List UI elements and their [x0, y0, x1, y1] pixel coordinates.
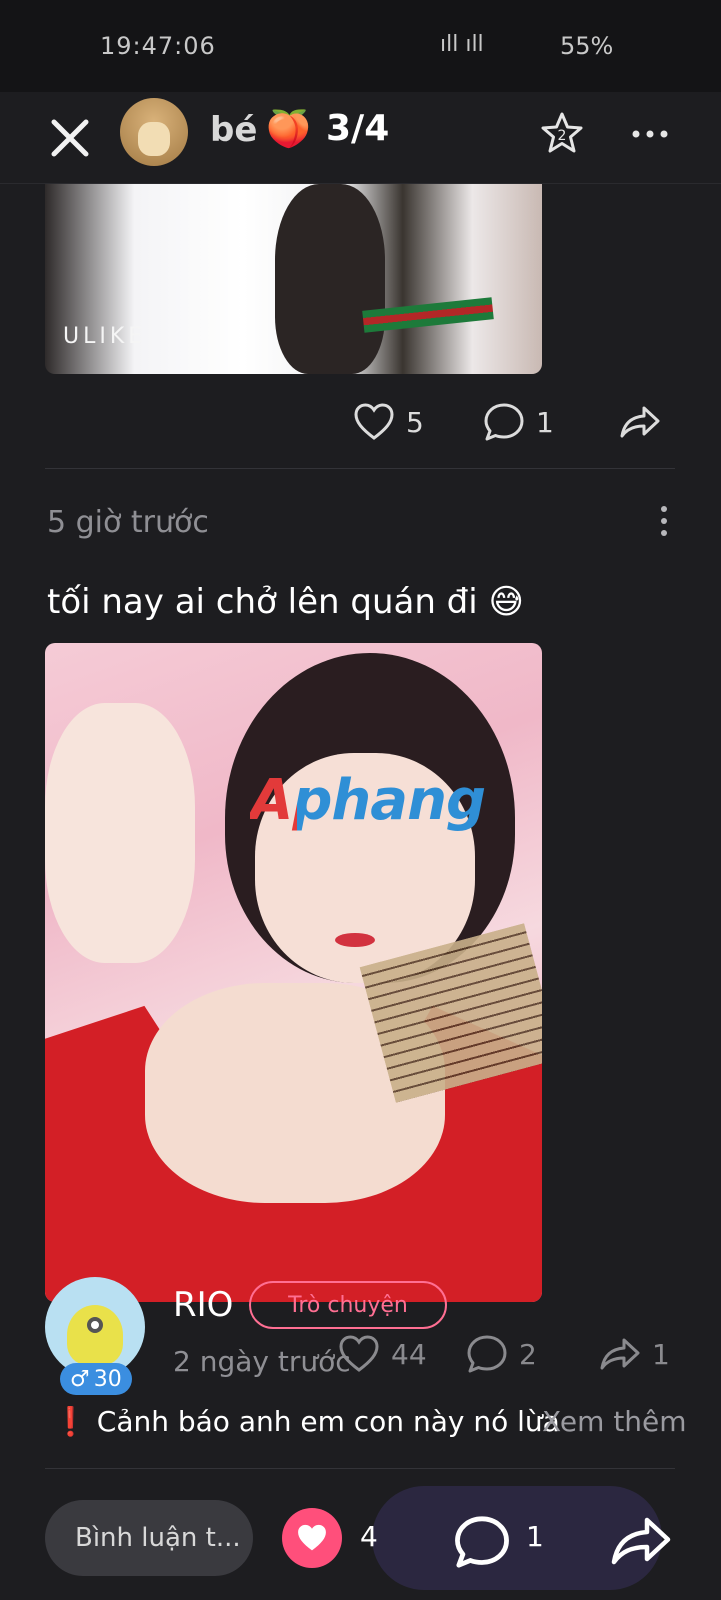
- post-more-icon[interactable]: [658, 506, 670, 542]
- photo-watermark: ULIKE: [63, 324, 147, 349]
- comment-share-count: 1: [652, 1337, 670, 1371]
- comment-input[interactable]: Bình luận t...: [45, 1500, 253, 1576]
- share-button-bottom[interactable]: [608, 1508, 674, 1574]
- like-button[interactable]: 5: [352, 400, 424, 444]
- comment-icon: [455, 1516, 509, 1568]
- profile-avatar[interactable]: [120, 98, 188, 166]
- male-icon: ♂: [70, 1366, 90, 1392]
- photo-watermark: Aphang: [250, 768, 486, 833]
- profile-name[interactable]: bé: [210, 110, 257, 150]
- comment-share-button[interactable]: 1: [598, 1332, 670, 1376]
- like-count: 5: [406, 405, 424, 439]
- post-time: 5 giờ trước: [47, 505, 209, 540]
- comment-time: 2 ngày trước: [173, 1345, 351, 1378]
- commenter-avatar[interactable]: [45, 1277, 145, 1377]
- comment-reply-count: 2: [519, 1337, 537, 1371]
- chat-button[interactable]: Trò chuyện: [249, 1281, 447, 1329]
- comment-count: 1: [536, 405, 554, 439]
- more-options-icon[interactable]: [628, 112, 672, 156]
- comment-text: ❗ Cảnh báo anh em con này nó lừa: [53, 1405, 560, 1438]
- age-value: 30: [93, 1366, 122, 1392]
- post-photo[interactable]: Aphang: [45, 643, 542, 1302]
- svg-text:2: 2: [558, 128, 567, 144]
- like-button-bottom[interactable]: [282, 1508, 342, 1568]
- comment-like-count: 44: [391, 1337, 427, 1371]
- comment-divider: [45, 1468, 675, 1469]
- share-icon: [611, 1517, 671, 1565]
- heart-icon: [298, 1524, 326, 1551]
- status-time: 19:47:06: [100, 32, 216, 60]
- status-bar: 19:47:06 ıll ıll 55%: [0, 0, 721, 92]
- gender-age-badge: ♂ 30: [60, 1363, 132, 1395]
- bottom-like-count: 4: [360, 1520, 378, 1553]
- commenter-name[interactable]: RIO: [173, 1285, 233, 1325]
- share-button[interactable]: [618, 400, 662, 444]
- top-header: bé 🍑 3/4 2: [0, 92, 721, 184]
- share-icon: [620, 406, 660, 438]
- post-counter: 3/4: [326, 108, 390, 149]
- comment-icon: [484, 403, 524, 441]
- post-divider: [45, 468, 675, 469]
- heart-icon: [339, 1335, 379, 1372]
- comment-button-bottom[interactable]: [452, 1512, 512, 1572]
- star-icon[interactable]: 2: [538, 110, 586, 158]
- comment-icon: [467, 1335, 507, 1373]
- battery-level: 55%: [560, 32, 614, 60]
- comment-reply-button[interactable]: 2: [465, 1332, 537, 1376]
- share-icon: [600, 1338, 640, 1370]
- comment-button[interactable]: 1: [482, 400, 554, 444]
- profile-emoji: 🍑: [266, 109, 311, 150]
- chat-button-label: Trò chuyện: [288, 1292, 408, 1318]
- comment-like-button[interactable]: 44: [337, 1332, 427, 1376]
- bottom-comment-count: 1: [526, 1520, 544, 1553]
- close-icon[interactable]: [44, 112, 96, 164]
- heart-icon: [354, 403, 394, 440]
- post-caption: tối nay ai chở lên quán đi 😅: [47, 582, 524, 622]
- comment-input-placeholder: Bình luận t...: [75, 1523, 241, 1553]
- signal-icon: ıll ıll: [440, 32, 484, 57]
- previous-post-photo[interactable]: ULIKE: [45, 184, 542, 374]
- see-more-link[interactable]: Xem thêm: [542, 1405, 687, 1438]
